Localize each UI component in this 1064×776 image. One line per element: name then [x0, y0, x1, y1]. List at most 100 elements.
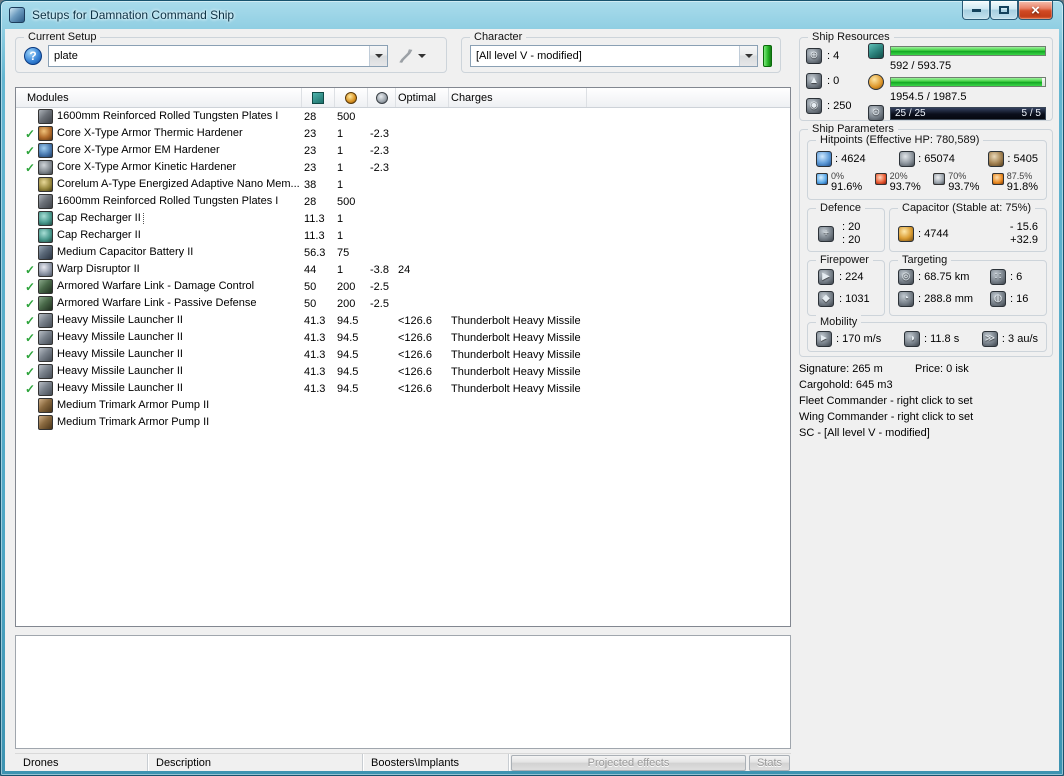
launcher-hardpoint-icon: [806, 72, 822, 89]
module-name: Heavy Missile Launcher II: [57, 314, 183, 326]
module-row[interactable]: Core X-Type Armor Kinetic Hardener 23 1 …: [16, 159, 790, 176]
align-time-icon: [903, 331, 920, 347]
help-icon[interactable]: [24, 47, 42, 65]
column-header-powergrid[interactable]: [335, 88, 368, 107]
character-combobox-arrow[interactable]: [739, 46, 757, 66]
module-row[interactable]: Warp Disruptor II 44 1 -3.8 24: [16, 261, 790, 278]
signature-text: Signature: 265 m: [799, 363, 883, 375]
turret-hardpoints-value: : 4: [827, 49, 840, 62]
module-powergrid: 200: [337, 280, 356, 293]
module-row[interactable]: Armored Warfare Link - Damage Control 50…: [16, 278, 790, 295]
column-header-optimal[interactable]: Optimal: [396, 88, 449, 107]
launcher-hardpoints-value: : 0: [827, 74, 840, 87]
module-row[interactable]: Corelum A-Type Energized Adaptive Nano M…: [16, 176, 790, 193]
module-cpu: 11.3: [304, 229, 325, 242]
module-row[interactable]: Cap Recharger II 11.3 1: [16, 210, 790, 227]
current-setup-label: Current Setup: [24, 30, 101, 44]
active-check-icon: [22, 298, 38, 310]
description-pane: [15, 635, 791, 749]
client-area: Current Setup plate Character [All level…: [5, 29, 1059, 771]
active-check-icon: [22, 349, 38, 361]
fleet-commander-text[interactable]: Fleet Commander - right click to set: [799, 393, 1055, 409]
targeting-range-icon: [898, 269, 914, 285]
module-row[interactable]: Core X-Type Armor EM Hardener 23 1 -2.3: [16, 142, 790, 159]
setup-combobox-arrow[interactable]: [369, 46, 387, 66]
module-powergrid: 1: [337, 178, 344, 191]
squad-commander-text[interactable]: SC - [All level V - modified]: [799, 425, 1055, 441]
module-name: Core X-Type Armor EM Hardener: [57, 144, 220, 156]
module-row[interactable]: Core X-Type Armor Thermic Hardener 23 1 …: [16, 125, 790, 142]
column-header-charges[interactable]: Charges: [449, 88, 587, 107]
module-icon: [38, 313, 53, 328]
panel-header-boosters-implants[interactable]: Boosters\Implants: [363, 754, 509, 771]
module-cap-use: -2.3: [370, 161, 389, 174]
capacitor-usage: - 15.6: [1009, 221, 1038, 233]
cpu-icon: [868, 43, 884, 59]
targeting-range: : 68.75 km: [898, 269, 990, 285]
modules-header: Modules Optimal Charges: [16, 88, 790, 108]
module-optimal: 24: [398, 263, 411, 276]
armor-icon: [899, 151, 916, 167]
module-cpu: 41.3: [304, 348, 326, 361]
capacitor-group: Capacitor (Stable at: 75%) : 4744 - 15.6…: [889, 201, 1047, 252]
module-row[interactable]: Medium Trimark Armor Pump II: [16, 397, 790, 414]
module-powergrid: 94.5: [337, 314, 359, 327]
module-name: Heavy Missile Launcher II: [57, 365, 183, 377]
speed-icon: [816, 331, 832, 347]
maximize-button[interactable]: [990, 1, 1018, 20]
module-row[interactable]: 1600mm Reinforced Rolled Tungsten Plates…: [16, 108, 790, 125]
module-optimal: <126.6: [398, 348, 432, 361]
module-name: Medium Trimark Armor Pump II: [57, 416, 210, 428]
bottom-bar: Drones Description Boosters\Implants Pro…: [15, 753, 791, 771]
stats-button[interactable]: Stats: [749, 755, 790, 771]
module-row[interactable]: Medium Capacitor Battery II 56.3 75: [16, 244, 790, 261]
cpu-icon: [312, 91, 324, 104]
module-row[interactable]: Armored Warfare Link - Passive Defense 5…: [16, 295, 790, 312]
ship-resources-group: Ship Resources : 4 : 0 : 250: [799, 30, 1053, 121]
module-icon: [38, 381, 53, 396]
module-row[interactable]: Heavy Missile Launcher II 41.3 94.5 <126…: [16, 312, 790, 329]
cargohold-text: Cargohold: 645 m3: [799, 379, 893, 391]
warp-speed-icon: [981, 331, 998, 347]
module-charge: Thunderbolt Heavy Missile: [451, 365, 581, 378]
targeting-label: Targeting: [898, 253, 952, 267]
column-header-capacitor[interactable]: [368, 88, 396, 107]
module-row[interactable]: 1600mm Reinforced Rolled Tungsten Plates…: [16, 193, 790, 210]
module-cpu: 50: [304, 280, 317, 293]
character-combobox[interactable]: [All level V - modified]: [470, 45, 758, 67]
module-name: Heavy Missile Launcher II: [57, 331, 183, 343]
projected-effects-button[interactable]: Projected effects: [511, 755, 746, 771]
wing-commander-text[interactable]: Wing Commander - right click to set: [799, 409, 1055, 425]
resist-kinetic: 70% 93.7%: [933, 171, 979, 193]
column-header-modules[interactable]: Modules: [16, 88, 302, 107]
panel-header-description[interactable]: Description: [148, 754, 363, 771]
module-cpu: 28: [304, 195, 317, 208]
module-powergrid: 1: [337, 229, 344, 242]
module-row[interactable]: Heavy Missile Launcher II 41.3 94.5 <126…: [16, 346, 790, 363]
kinetic-resist-icon: [933, 173, 946, 185]
module-row[interactable]: Medium Trimark Armor Pump II: [16, 414, 790, 431]
column-header-cpu[interactable]: [302, 88, 335, 107]
module-icon: [38, 126, 53, 141]
module-charge: Thunderbolt Heavy Missile: [451, 348, 581, 361]
module-charge: Thunderbolt Heavy Missile: [451, 382, 581, 395]
setup-combobox[interactable]: plate: [48, 45, 388, 67]
module-cap-use: -2.3: [370, 127, 389, 140]
shield-hp: : 4624: [816, 151, 866, 167]
warp-speed: : 3 au/s: [981, 331, 1038, 347]
dps-value: : 1031: [839, 293, 870, 305]
minimize-button[interactable]: [962, 1, 990, 20]
titlebar[interactable]: Setups for Damnation Command Ship: [1, 1, 1063, 29]
setup-tools-button[interactable]: [396, 46, 428, 66]
module-row[interactable]: Cap Recharger II 11.3 1: [16, 227, 790, 244]
module-cpu: 23: [304, 161, 317, 174]
module-row[interactable]: Heavy Missile Launcher II 41.3 94.5 <126…: [16, 363, 790, 380]
active-check-icon: [22, 162, 38, 174]
module-row[interactable]: Heavy Missile Launcher II 41.3 94.5 <126…: [16, 380, 790, 397]
cpu-bar: [890, 46, 1046, 56]
kinetic-armor-resist: 93.7%: [948, 181, 980, 193]
close-button[interactable]: [1018, 1, 1053, 20]
panel-header-drones[interactable]: Drones: [15, 754, 148, 771]
module-row[interactable]: Heavy Missile Launcher II 41.3 94.5 <126…: [16, 329, 790, 346]
module-cap-use: -2.5: [370, 280, 389, 293]
